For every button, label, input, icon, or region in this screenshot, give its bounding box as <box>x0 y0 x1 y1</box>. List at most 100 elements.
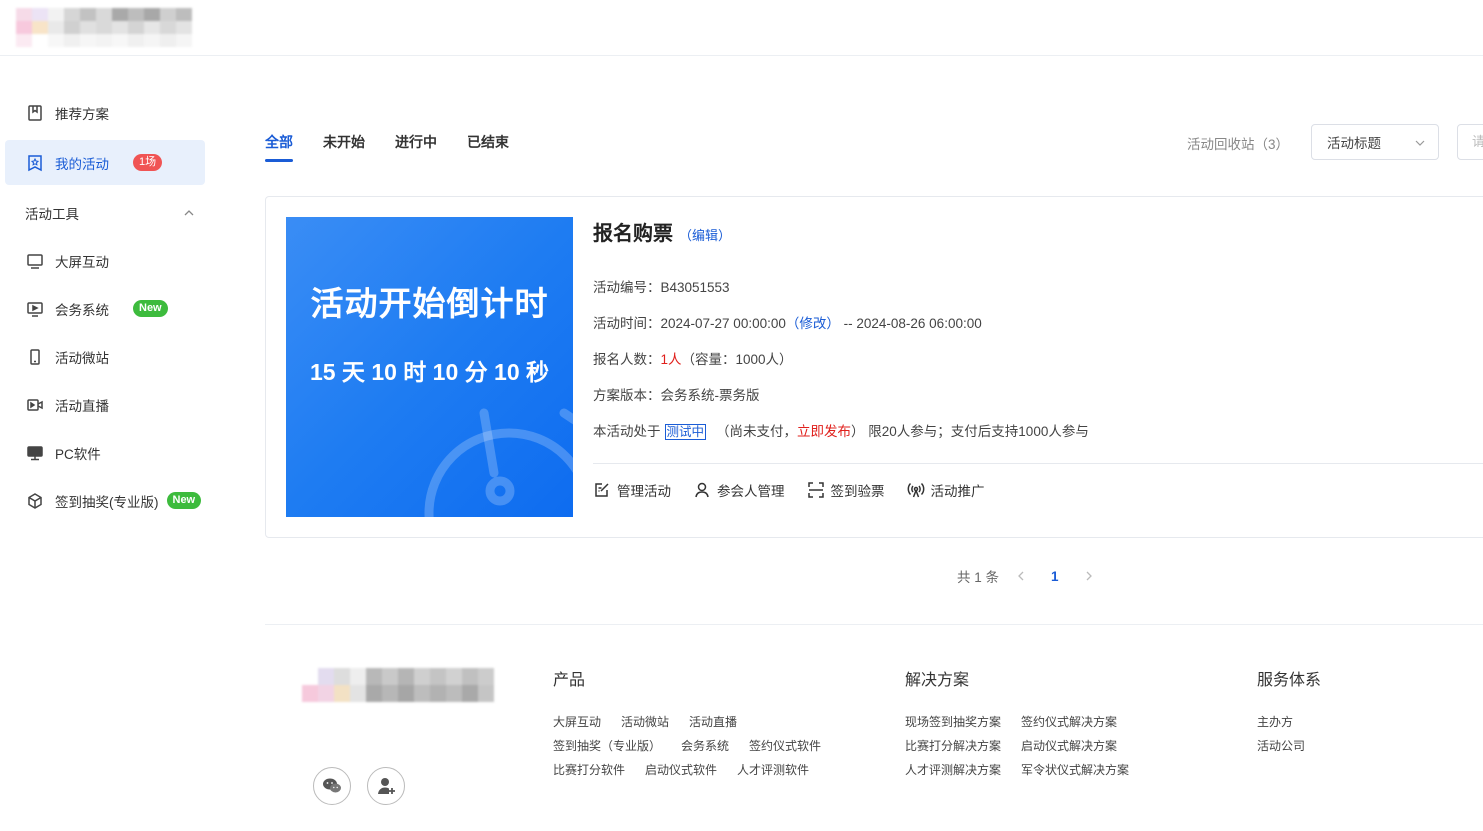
footer-link[interactable]: 签约仪式软件 <box>749 734 821 758</box>
tab-all[interactable]: 全部 <box>265 128 293 162</box>
event-id: B43051553 <box>660 280 730 295</box>
chevron-right-icon[interactable] <box>1083 570 1095 582</box>
edit-icon <box>595 483 609 497</box>
sidebar-item-label: PC软件 <box>55 446 101 462</box>
status-row: 本活动处于 测试中 （尚未支付，立即发布） 限20人参与；支付后支持1000人参与 <box>593 414 1483 450</box>
sidebar-item-big-screen[interactable]: 大屏互动 <box>5 238 205 283</box>
event-time-row: 活动时间：2024-07-27 00:00:00（修改） -- 2024-08-… <box>593 306 1483 342</box>
footer-link[interactable]: 大屏互动 <box>553 710 601 734</box>
search-field-select[interactable]: 活动标题 <box>1311 124 1439 160</box>
field-label: 本活动处于 <box>593 424 661 439</box>
footer-link[interactable]: 活动微站 <box>621 710 669 734</box>
page-number[interactable]: 1 <box>1051 569 1059 584</box>
action-label: 签到验票 <box>830 484 885 499</box>
status-badge[interactable]: 测试中 <box>664 424 707 440</box>
screen-play-icon <box>25 299 45 319</box>
sidebar-item-my-events[interactable]: 我的活动 1场 <box>5 140 205 185</box>
bookmark-icon <box>25 103 45 123</box>
action-label: 活动推广 <box>930 484 985 499</box>
publish-now-link[interactable]: 立即发布 <box>797 424 851 439</box>
pagination: 共 1 条 1 <box>957 566 1111 586</box>
event-id-row: 活动编号：B43051553 <box>593 270 1483 306</box>
footer-link[interactable]: 军令状仪式解决方案 <box>1021 758 1129 782</box>
status-tabs: 全部 未开始 进行中 已结束 <box>265 128 509 162</box>
signup-capacity: （容量：1000人） <box>681 352 793 367</box>
tab-not-started[interactable]: 未开始 <box>323 128 365 162</box>
sidebar-group-label: 活动工具 <box>25 207 79 222</box>
attendee-management-button[interactable]: 参会人管理 <box>693 480 785 500</box>
star-bookmark-icon <box>25 153 45 173</box>
sidebar-item-label: 我的活动 <box>55 156 109 172</box>
cube-icon <box>25 491 45 511</box>
action-label: 管理活动 <box>617 484 671 499</box>
manage-event-button[interactable]: 管理活动 <box>593 480 671 500</box>
chevron-left-icon[interactable] <box>1015 570 1027 582</box>
footer-link[interactable]: 会务系统 <box>681 734 729 758</box>
user-icon <box>695 482 709 498</box>
sidebar-group-tools[interactable]: 活动工具 <box>25 201 195 225</box>
search-input[interactable]: 请 <box>1457 124 1483 160</box>
footer-logo <box>302 668 494 702</box>
footer-link[interactable]: 现场签到抽奖方案 <box>905 710 1001 734</box>
footer-link[interactable]: 比赛打分软件 <box>553 758 625 782</box>
sidebar-item-label: 推荐方案 <box>55 106 109 122</box>
field-label: 报名人数： <box>593 352 661 367</box>
footer-link[interactable]: 活动公司 <box>1257 734 1357 758</box>
footer-divider <box>265 624 1483 625</box>
check-in-button[interactable]: 签到验票 <box>807 480 885 500</box>
event-actions: 管理活动 参会人管理 签到验票 活动推广 <box>593 480 985 500</box>
sidebar-item-microsite[interactable]: 活动微站 <box>5 334 205 379</box>
status-limit: 限20人参与；支付后支持1000人参与 <box>868 424 1089 439</box>
video-icon <box>25 395 45 415</box>
footer-link[interactable]: 启动仪式软件 <box>645 758 717 782</box>
footer-link[interactable]: 签约仪式解决方案 <box>1021 710 1117 734</box>
add-contact-button[interactable] <box>367 767 405 805</box>
event-info: 报名购票 （编辑） 活动编号：B43051553 活动时间：2024-07-27… <box>593 217 1483 450</box>
signup-count: 1人 <box>660 352 682 367</box>
wechat-button[interactable] <box>313 767 351 805</box>
event-cover[interactable]: 活动开始倒计时 15 天 10 时 10 分 10 秒 <box>286 217 573 517</box>
new-badge: New <box>133 300 168 317</box>
promote-event-button[interactable]: 活动推广 <box>907 480 985 500</box>
footer-link[interactable]: 比赛打分解决方案 <box>905 734 1001 758</box>
chevron-down-icon <box>1415 140 1425 146</box>
edit-link[interactable]: （编辑） <box>679 225 731 244</box>
time-start: 2024-07-27 00:00:00 <box>660 316 786 331</box>
cover-countdown: 15 天 10 时 10 分 10 秒 <box>309 359 550 385</box>
sidebar-item-pc-software[interactable]: PC软件 <box>5 430 205 475</box>
wechat-icon <box>323 778 341 793</box>
tab-in-progress[interactable]: 进行中 <box>395 128 437 162</box>
event-card: 活动开始倒计时 15 天 10 时 10 分 10 秒 报名购票 （编辑） 活动… <box>265 196 1483 538</box>
footer-link[interactable]: 人才评测软件 <box>737 758 809 782</box>
footer-link[interactable]: 启动仪式解决方案 <box>1021 734 1117 758</box>
signup-row: 报名人数：1人（容量：1000人） <box>593 342 1483 378</box>
sidebar: 推荐方案 我的活动 1场 活动工具 大屏互动 会务系统 New 活动微站 活动直… <box>0 56 222 616</box>
sidebar-item-label: 活动微站 <box>55 350 109 366</box>
footer-col-products: 产品 大屏互动 活动微站 活动直播 签到抽奖（专业版） 会务系统 签约仪式软件 … <box>553 666 853 782</box>
modify-time-link[interactable]: （修改） <box>786 316 840 331</box>
footer-link[interactable]: 人才评测解决方案 <box>905 758 1001 782</box>
footer-link[interactable]: 活动直播 <box>689 710 737 734</box>
tab-ended[interactable]: 已结束 <box>467 128 509 162</box>
time-end: -- 2024-08-26 06:00:00 <box>843 316 982 331</box>
footer-link[interactable]: 主办方 <box>1257 710 1357 734</box>
footer-col-title: 服务体系 <box>1257 672 1322 689</box>
footer-col-title: 解决方案 <box>905 672 970 689</box>
footer-link[interactable]: 签到抽奖（专业版） <box>553 734 661 758</box>
sidebar-item-live[interactable]: 活动直播 <box>5 382 205 427</box>
broadcast-icon <box>907 482 924 498</box>
sidebar-item-label: 活动直播 <box>55 398 109 414</box>
sidebar-item-lottery-pro[interactable]: 签到抽奖(专业版) New <box>5 478 205 523</box>
field-label: 活动编号： <box>593 280 661 295</box>
footer-col-solutions: 解决方案 现场签到抽奖方案 签约仪式解决方案 比赛打分解决方案 启动仪式解决方案… <box>905 666 1165 782</box>
action-label: 参会人管理 <box>717 484 785 499</box>
sidebar-item-label: 大屏互动 <box>55 254 109 270</box>
sidebar-item-conference[interactable]: 会务系统 New <box>5 286 205 331</box>
sidebar-item-recommended[interactable]: 推荐方案 <box>5 90 205 135</box>
site-logo[interactable] <box>16 8 192 48</box>
recycle-bin-link[interactable]: 活动回收站（3） <box>1187 133 1289 153</box>
desktop-icon <box>25 443 45 463</box>
sidebar-item-label: 签到抽奖(专业版) <box>55 494 159 510</box>
pagination-total: 共 1 条 <box>957 570 1000 585</box>
monitor-icon <box>25 251 45 271</box>
